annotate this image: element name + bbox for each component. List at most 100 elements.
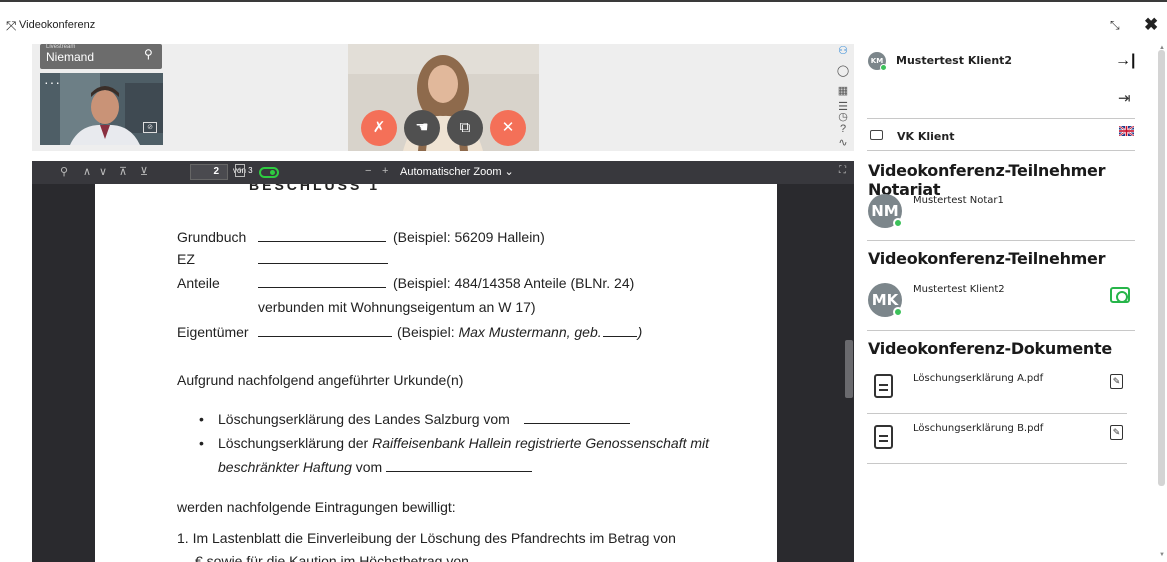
divider xyxy=(867,413,1127,414)
close-icon[interactable]: ✖ xyxy=(1144,15,1158,35)
eigentuemer-example: (Beispiel: Max Mustermann, geb.) xyxy=(397,324,642,340)
first-page-icon[interactable]: ⊼ xyxy=(119,165,127,178)
online-indicator xyxy=(880,64,887,71)
pdf-page: BESCHLUSS 1 Grundbuch (Beispiel: 56209 H… xyxy=(95,184,777,562)
expand-arrows-icon[interactable]: ⤧ xyxy=(6,18,16,34)
document-icon xyxy=(874,425,893,449)
search-icon[interactable]: ⚲ xyxy=(60,165,68,178)
camera-icon[interactable] xyxy=(1110,287,1130,303)
chevron-down-icon: ⌄ xyxy=(504,166,514,178)
bullet2b-italic: beschränkter Haftung xyxy=(218,459,352,475)
last-page-icon[interactable]: ⊻ xyxy=(140,165,148,178)
tile-name: Niemand xyxy=(46,50,95,64)
avatar-initials: NM xyxy=(871,202,899,220)
bullet-icon: • xyxy=(199,435,204,451)
help-icon[interactable]: ? xyxy=(834,123,852,135)
klient-name: Mustertest Klient2 xyxy=(913,284,1005,295)
bullet2-text: Löschungserklärung der Raiffeisenbank Ha… xyxy=(218,435,709,451)
next-page-icon[interactable]: ∨ xyxy=(99,165,107,178)
camera-off-icon[interactable]: ⊘ xyxy=(143,122,157,133)
divider xyxy=(867,330,1135,331)
participants-badge-icon[interactable]: ⚇ xyxy=(834,44,852,57)
divider xyxy=(867,150,1135,151)
anteile-label: Anteile xyxy=(177,275,220,291)
bullet-icon: • xyxy=(199,411,204,427)
logout-icon[interactable]: ⇥ xyxy=(1118,89,1131,107)
hand-icon: ☚ xyxy=(415,119,429,136)
collapse-panel-icon[interactable]: →| xyxy=(1115,52,1135,70)
anteile-blank xyxy=(258,276,386,288)
close-icon: ✕ xyxy=(501,119,515,136)
shrink-icon[interactable]: ⤡ xyxy=(1110,18,1120,33)
ez-blank xyxy=(258,252,388,264)
fullscreen-icon[interactable]: ⛶ xyxy=(839,165,846,176)
mic-off-icon: ✗ xyxy=(372,119,386,136)
eigentuemer-label: Eigentümer xyxy=(177,324,249,340)
add-page-icon[interactable]: + xyxy=(235,164,245,177)
dokumente-title: Videokonferenz-Dokumente xyxy=(868,339,1112,358)
zoom-value: Automatischer Zoom xyxy=(400,166,502,178)
raise-hand-button[interactable]: ☚ xyxy=(404,110,440,146)
top-user-avatar: KM xyxy=(868,52,887,71)
page-number-input[interactable]: 2 xyxy=(190,164,228,180)
avatar-initials: MK xyxy=(871,291,899,309)
prev-page-icon[interactable]: ∧ xyxy=(83,165,91,178)
side-panel xyxy=(858,44,1167,562)
side-panel-scrollbar[interactable] xyxy=(1158,50,1165,486)
video-camera-icon xyxy=(870,130,883,140)
aufgrund-text: Aufgrund nachfolgend angeführter Urkunde… xyxy=(177,372,464,388)
document-name[interactable]: Löschungserklärung B.pdf xyxy=(913,423,1043,434)
notariat-title: Videokonferenz-Teilnehmer Notariat xyxy=(868,161,1106,199)
bullet2-prefix: Löschungserklärung der xyxy=(218,435,373,451)
document-heading: BESCHLUSS 1 xyxy=(249,184,381,193)
pdf-toolbar: ⚲ ∧ ∨ ⊼ ⊻ 2 von 3 + − + Automatischer Zo… xyxy=(32,161,854,184)
zoom-select[interactable]: Automatischer Zoom ⌄ xyxy=(400,165,514,178)
bullet2b-suffix: vom xyxy=(351,459,383,475)
participant-video-man[interactable]: ··· ⊘ xyxy=(40,73,163,145)
klient-avatar: MK xyxy=(868,283,903,317)
marker-icon[interactable]: ◯ xyxy=(834,64,852,77)
divider xyxy=(867,463,1127,464)
edit-document-icon[interactable]: ✎ xyxy=(1110,425,1123,440)
vk-label: VK Klient xyxy=(897,130,955,143)
hangup-button[interactable]: ✕ xyxy=(490,110,526,146)
divider xyxy=(867,118,1135,119)
zoom-in-icon[interactable]: + xyxy=(382,165,388,177)
notar-name: Mustertest Notar1 xyxy=(913,195,1004,206)
bullet2b-text: beschränkter Haftung vom xyxy=(218,459,533,475)
grundbuch-label: Grundbuch xyxy=(177,229,247,245)
pdf-scrollbar-thumb[interactable] xyxy=(845,340,853,398)
zoom-out-icon[interactable]: − xyxy=(365,165,371,177)
participant-tile-niemand[interactable]: Livestream Niemand ⚲ xyxy=(40,44,162,69)
eigentuemer-blank xyxy=(258,325,392,337)
screen-share-button[interactable]: ⧉ xyxy=(447,110,483,146)
document-name[interactable]: Löschungserklärung A.pdf xyxy=(913,373,1043,384)
pulse-icon[interactable]: ∿ xyxy=(834,136,852,149)
scroll-down-icon[interactable]: ▼ xyxy=(1159,552,1165,558)
top-user-name: Mustertest Klient2 xyxy=(896,54,1013,67)
werden-text: werden nachfolgende Eintragungen bewilli… xyxy=(177,499,456,515)
mute-button[interactable]: ✗ xyxy=(361,110,397,146)
bullet1-blank xyxy=(524,412,630,424)
example-name: Max Mustermann, geb. xyxy=(458,324,602,340)
online-indicator xyxy=(893,218,903,228)
divider xyxy=(867,240,1135,241)
edit-document-icon[interactable]: ✎ xyxy=(1110,374,1123,389)
grundbuch-blank xyxy=(258,230,386,242)
tool-column: ⚇ ◯ ▦ ☰ ◷ ? ∿ xyxy=(834,44,852,154)
annotation-toggle[interactable] xyxy=(259,167,279,178)
clock-icon[interactable]: ◷ xyxy=(834,110,852,123)
windows-icon: ⧉ xyxy=(459,119,471,136)
uk-flag-icon[interactable] xyxy=(1119,126,1134,136)
anteile-continuation: verbunden mit Wohnungseigentum an W 17) xyxy=(258,299,536,315)
item1b-text: € sowie für die Kaution im Höchstbetrag … xyxy=(195,553,469,562)
bullet1-text: Löschungserklärung des Landes Salzburg v… xyxy=(218,411,510,427)
window-title: Videokonferenz xyxy=(19,19,96,31)
bullet2-blank xyxy=(386,460,533,472)
grid-icon[interactable]: ▦ xyxy=(834,84,852,97)
pin-icon[interactable]: ⚲ xyxy=(144,47,153,61)
online-indicator xyxy=(893,307,903,317)
ez-label: EZ xyxy=(177,251,195,267)
example-prefix: (Beispiel: xyxy=(397,324,459,340)
participant-menu-icon[interactable]: ··· xyxy=(44,74,61,90)
